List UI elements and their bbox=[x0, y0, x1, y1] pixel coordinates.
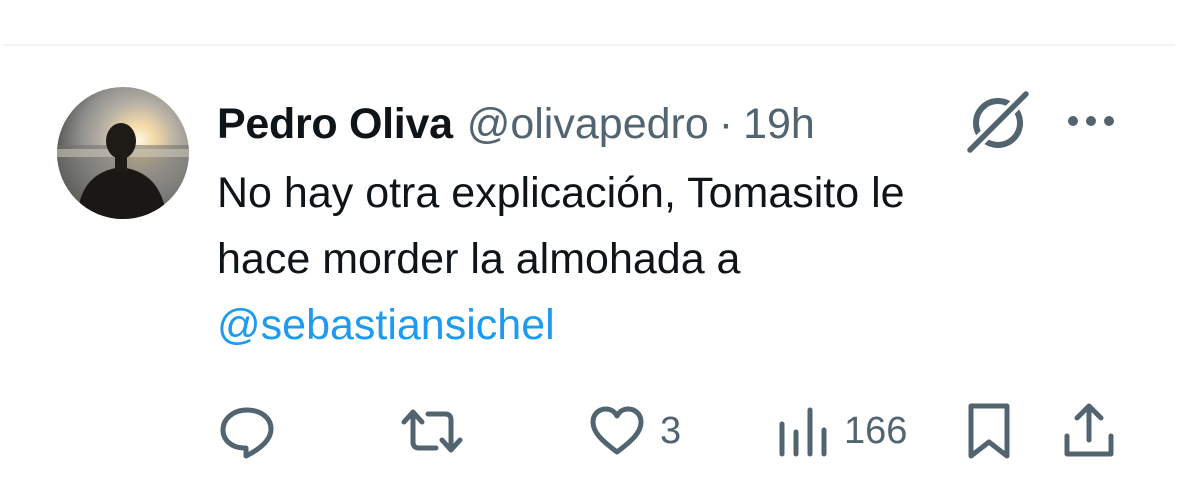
timestamp[interactable]: 19h bbox=[743, 96, 815, 152]
tweet-text: No hay otra explicación, Tomasito le hac… bbox=[217, 160, 1117, 358]
heart-icon bbox=[590, 406, 644, 455]
author-name[interactable]: Pedro Oliva bbox=[217, 96, 453, 152]
tweet-text-line: No hay otra explicación, Tomasito le bbox=[217, 169, 905, 217]
like-count: 3 bbox=[660, 409, 682, 452]
reply-icon bbox=[220, 407, 274, 459]
grok-icon[interactable] bbox=[964, 88, 1034, 154]
more-horizontal-icon[interactable] bbox=[1063, 108, 1119, 134]
views-button[interactable]: 166 bbox=[776, 400, 907, 462]
previous-tweet-share-icon[interactable] bbox=[968, 0, 996, 2]
author-handle[interactable]: @olivapedro bbox=[467, 96, 709, 152]
like-button[interactable]: 3 bbox=[588, 400, 681, 462]
avatar[interactable] bbox=[57, 87, 189, 219]
tweet-text-line: hace morder la almohada a bbox=[217, 235, 741, 283]
retweet-button[interactable] bbox=[398, 400, 466, 462]
share-icon bbox=[1064, 403, 1114, 457]
tweet-header: Pedro Oliva @olivapedro · 19h bbox=[217, 96, 815, 152]
reply-button[interactable] bbox=[218, 400, 276, 462]
share-button[interactable] bbox=[1060, 400, 1118, 462]
mention-link[interactable]: @sebastiansichel bbox=[217, 292, 1117, 358]
tweet-divider bbox=[4, 44, 1175, 46]
bookmark-button[interactable] bbox=[964, 400, 1014, 462]
views-bar-chart-icon bbox=[779, 407, 827, 457]
view-count: 166 bbox=[844, 409, 908, 452]
bookmark-icon bbox=[968, 403, 1010, 459]
retweet-icon bbox=[401, 409, 463, 453]
header-separator: · bbox=[718, 100, 734, 148]
